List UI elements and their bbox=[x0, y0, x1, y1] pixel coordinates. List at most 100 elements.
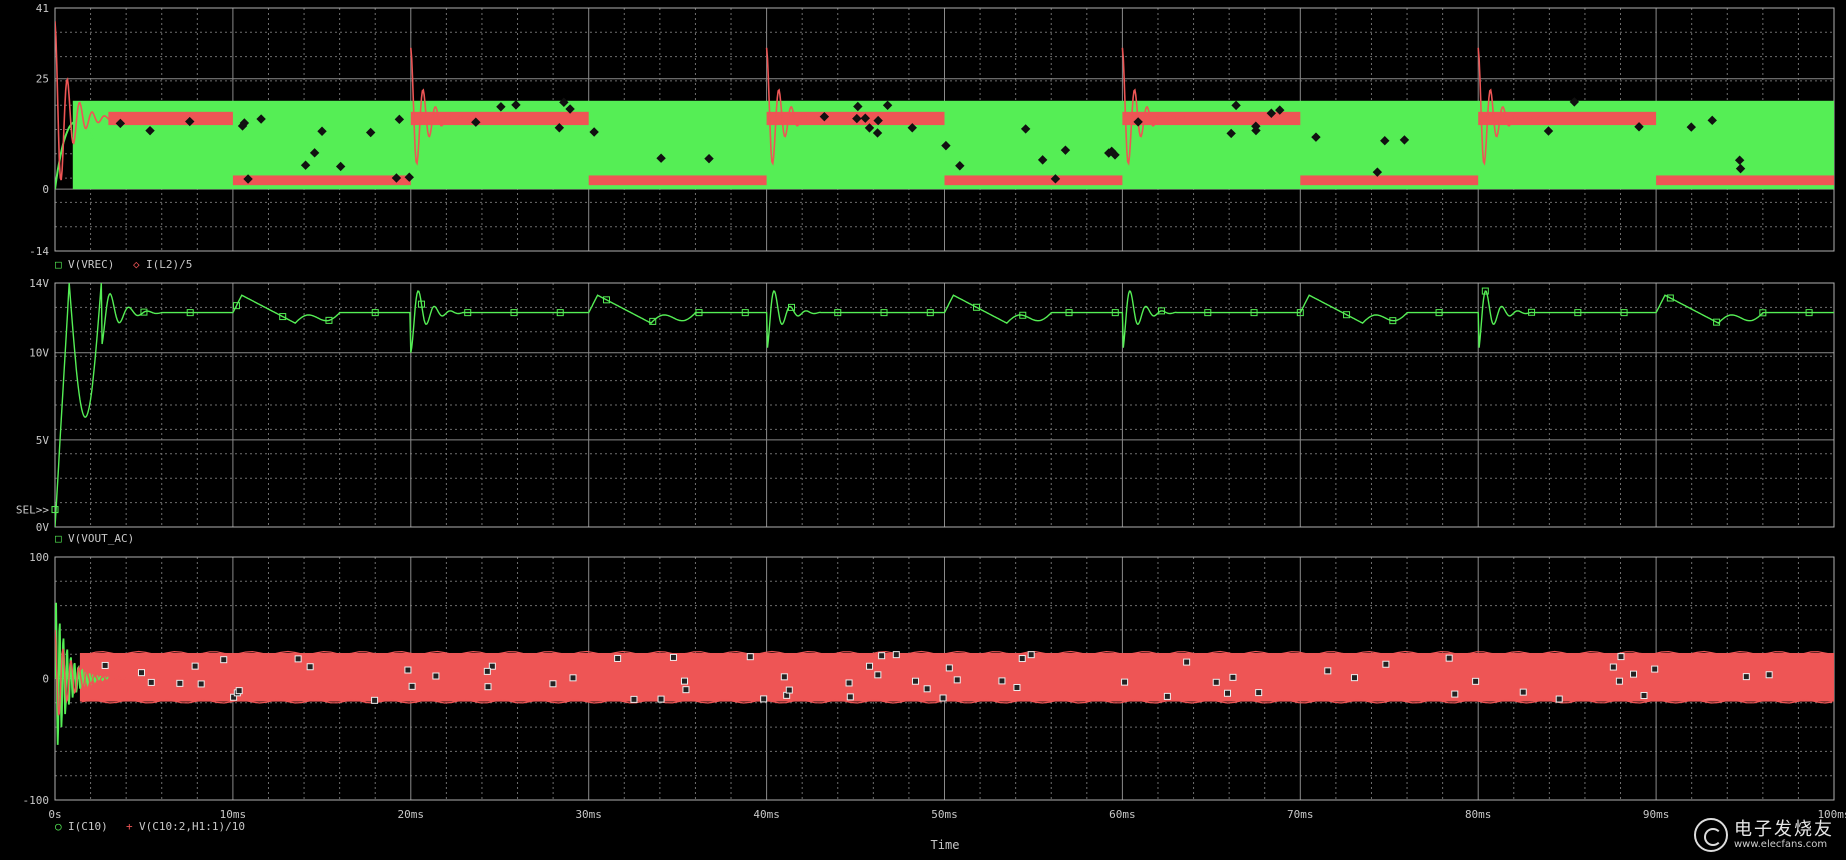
series-vc10-marker bbox=[1445, 654, 1453, 662]
series-vc10-marker bbox=[1027, 651, 1035, 659]
series-vc10-marker bbox=[197, 680, 205, 688]
x-tick-label: 90ms bbox=[1643, 808, 1670, 821]
x-tick-label: 60ms bbox=[1109, 808, 1136, 821]
series-vc10-marker bbox=[866, 662, 874, 670]
x-tick-label: 30ms bbox=[575, 808, 602, 821]
series-vc10-marker bbox=[1617, 653, 1625, 661]
series-vc10-marker bbox=[911, 677, 919, 685]
series-vc10-marker bbox=[306, 663, 314, 671]
series-vc10-marker bbox=[176, 679, 184, 687]
series-vc10-marker bbox=[432, 672, 440, 680]
series-vc10-marker bbox=[484, 683, 492, 691]
series-vc10-marker bbox=[1255, 689, 1263, 697]
series-il2-segment bbox=[1300, 175, 1479, 186]
series-il2-segment bbox=[108, 111, 233, 126]
watermark: 电子发烧友 www.elecfans.com bbox=[1694, 818, 1834, 852]
series-vc10-marker bbox=[404, 666, 412, 674]
series-vc10-marker bbox=[1630, 670, 1638, 678]
series-vc10-marker bbox=[681, 677, 689, 685]
series-vc10-marker bbox=[657, 695, 665, 703]
series-vc10-marker bbox=[1224, 689, 1232, 697]
panel-ic10-vc10: 100 0 -100 ○ I(C10) + V(C10:2,H1:1)/10 bbox=[23, 551, 1835, 833]
series-vc10-marker bbox=[235, 687, 243, 695]
watermark-title: 电子发烧友 bbox=[1734, 818, 1834, 840]
y-tick-label: -100 bbox=[23, 794, 50, 807]
series-vc10-marker bbox=[874, 671, 882, 679]
series-vc10-marker bbox=[137, 669, 145, 677]
series-vc10-marker bbox=[1742, 673, 1750, 681]
series-vc10-marker bbox=[1350, 674, 1358, 682]
series-vc10-marker bbox=[1163, 692, 1171, 700]
legend-symbol: □ bbox=[55, 532, 62, 545]
y-tick-label: 0 bbox=[42, 673, 49, 686]
x-tick-label: 0s bbox=[48, 808, 61, 821]
series-vc10-marker bbox=[1018, 655, 1026, 663]
series-vc10-marker bbox=[682, 686, 690, 694]
series-vc10-marker bbox=[939, 694, 947, 702]
x-tick-label: 70ms bbox=[1287, 808, 1314, 821]
y-tick-label: 100 bbox=[29, 551, 49, 564]
series-vc10-marker bbox=[845, 679, 853, 687]
legend-label: I(C10) bbox=[68, 820, 108, 833]
legend-symbol: + bbox=[126, 820, 133, 833]
series-vc10-marker bbox=[760, 695, 768, 703]
series-il2-segment bbox=[232, 175, 411, 186]
series-vc10-marker bbox=[1121, 678, 1129, 686]
series-vc10-marker bbox=[371, 696, 379, 704]
legend-label: I(L2)/5 bbox=[146, 258, 192, 271]
y-tick-label: 0 bbox=[42, 183, 49, 196]
y-tick-label: -14 bbox=[29, 245, 49, 258]
series-vc10-marker bbox=[1013, 683, 1021, 691]
series-vc10-marker bbox=[1651, 665, 1659, 673]
series-vc10-marker bbox=[408, 682, 416, 690]
x-axis-ticks: 0s 10ms 20ms 30ms 40ms 50ms 60ms 70ms 80ms 90ms 10… bbox=[48, 808, 1846, 821]
series-vc10-marker bbox=[785, 686, 793, 694]
x-tick-label: 10ms bbox=[220, 808, 247, 821]
x-axis-title: Time bbox=[931, 838, 960, 852]
y-tick-label: 5V bbox=[36, 434, 50, 447]
series-vc10-marker bbox=[1555, 695, 1563, 703]
series-vc10-marker bbox=[746, 653, 754, 661]
legend-symbol: ◇ bbox=[133, 258, 140, 271]
legend-symbol: ○ bbox=[55, 820, 62, 833]
series-vc10-marker bbox=[294, 655, 302, 663]
series-vc10-marker bbox=[780, 673, 788, 681]
legend-label: V(VREC) bbox=[68, 258, 114, 271]
y-tick-label: 25 bbox=[36, 73, 49, 86]
series-vc10-marker bbox=[846, 693, 854, 701]
watermark-url: www.elecfans.com bbox=[1734, 839, 1828, 851]
series-vc10-marker bbox=[147, 678, 155, 686]
series-vc10-marker bbox=[220, 656, 228, 664]
panel-vrec-il2: 41 25 0 -14 □ V(VREC) ◇ I(L2)/5 bbox=[29, 2, 1835, 271]
series-vc10-marker bbox=[998, 677, 1006, 685]
series-vc10-marker bbox=[1765, 671, 1773, 679]
series-vc10-marker bbox=[630, 695, 638, 703]
series-vc10-marker bbox=[1229, 673, 1237, 681]
series-il2-segment bbox=[588, 175, 767, 186]
series-vc10-marker bbox=[892, 651, 900, 659]
series-vc10-marker bbox=[101, 661, 109, 669]
series-vc10-marker bbox=[1640, 692, 1648, 700]
series-vc10-marker bbox=[549, 680, 557, 688]
oscilloscope-plot: 41 25 0 -14 □ V(VREC) ◇ I(L2)/5 14V 10V 5V 0V SEL>>… bbox=[16, 2, 1846, 852]
watermark-logo-icon bbox=[1694, 818, 1728, 852]
y-tick-label: 10V bbox=[29, 347, 49, 360]
y-tick-label: 41 bbox=[36, 2, 49, 15]
series-vc10-marker bbox=[669, 653, 677, 661]
y-tick-label: 14V bbox=[29, 277, 49, 290]
series-il2-segment bbox=[1656, 175, 1834, 186]
series-il2-segment bbox=[944, 175, 1123, 186]
series-vc10-marker bbox=[878, 652, 886, 660]
series-vc10-marker bbox=[1519, 688, 1527, 696]
series-vc10-marker bbox=[569, 674, 577, 682]
series-vc10-marker bbox=[1451, 690, 1459, 698]
series-vc10-marker bbox=[614, 654, 622, 662]
x-tick-label: 50ms bbox=[931, 808, 958, 821]
legend-label: V(C10:2,H1:1)/10 bbox=[139, 820, 245, 833]
panel-vout-ac: 14V 10V 5V 0V SEL>> □ V(VOUT_AC) bbox=[16, 277, 1835, 545]
x-tick-label: 40ms bbox=[753, 808, 780, 821]
series-vc10-marker bbox=[1615, 677, 1623, 685]
series-vc10-marker bbox=[1609, 663, 1617, 671]
legend-symbol: □ bbox=[55, 258, 62, 271]
series-vc10-marker bbox=[1324, 667, 1332, 675]
